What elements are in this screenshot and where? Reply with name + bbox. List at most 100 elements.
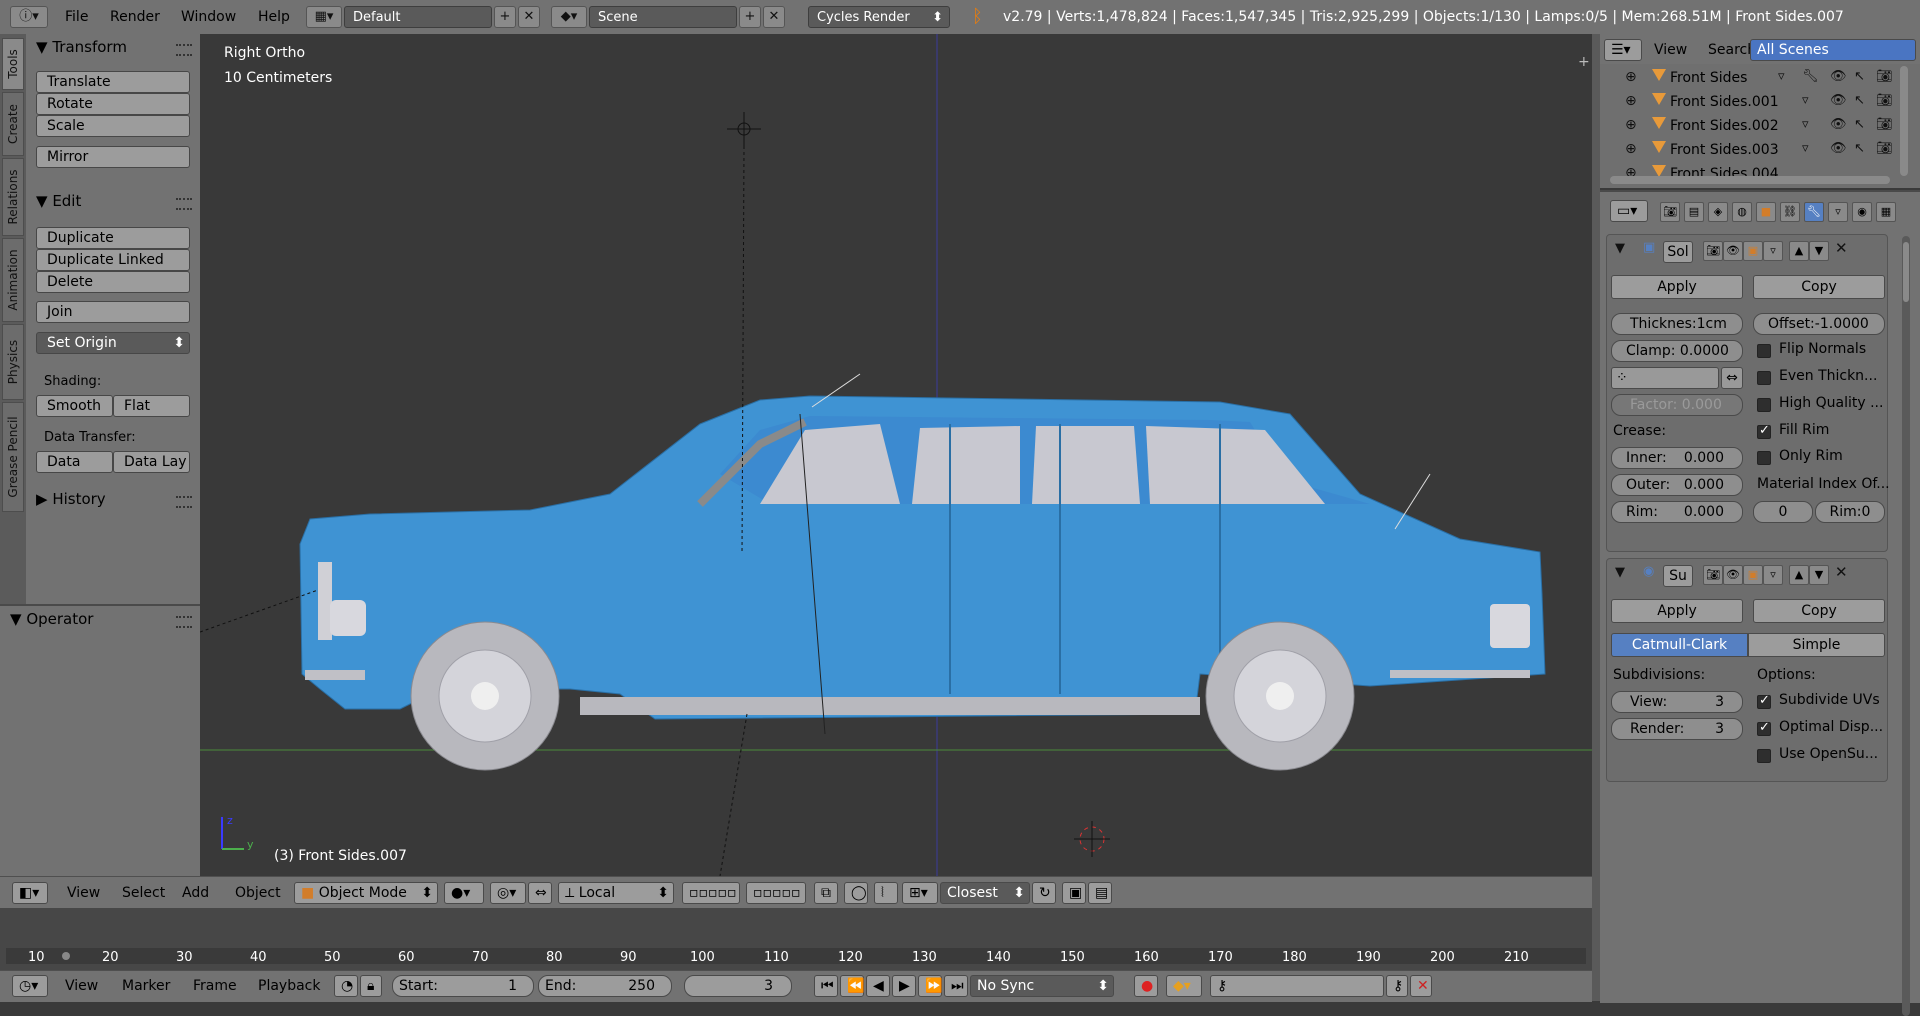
jump-keyframe-back-icon[interactable]: ⏪ (840, 975, 864, 997)
catmull-clark-button[interactable]: Catmull-Clark (1611, 633, 1748, 657)
outliner-filter-dropdown[interactable]: All Scenes (1750, 39, 1916, 61)
render-icon[interactable]: 📷︎ (1876, 93, 1893, 108)
snap-target-dropdown[interactable]: Closest ⬍ (940, 882, 1030, 904)
timeline[interactable]: 10 20 30 40 50 60 70 80 90 100 110 120 1… (0, 908, 1592, 970)
viewport-shading-icon[interactable]: ●▾ (444, 882, 484, 904)
add-layout-icon[interactable]: + (494, 6, 516, 28)
move-down-icon[interactable]: ▼ (1809, 241, 1829, 261)
mode-dropdown[interactable]: ■ Object Mode ⬍ (294, 882, 438, 904)
scale-button[interactable]: Scale (36, 115, 190, 137)
render-engine-dropdown[interactable]: Cycles Render ⬍ (808, 6, 950, 28)
panel-grip-icon[interactable] (176, 198, 192, 210)
object-tab-icon[interactable]: ■ (1756, 202, 1776, 222)
tab-create[interactable]: Create (2, 92, 24, 156)
eye-icon[interactable]: 👁︎ (1830, 93, 1847, 108)
remove-modifier-icon[interactable]: ✕ (1835, 563, 1848, 581)
render-layers-tab-icon[interactable]: ▤ (1684, 202, 1704, 222)
expand-icon[interactable]: ⊕ (1625, 141, 1637, 157)
sync-mode-dropdown[interactable]: No Sync ⬍ (970, 975, 1114, 997)
timeline-menu-frame[interactable]: Frame (193, 978, 237, 994)
rim-crease-field[interactable]: Rim: 0.000 (1611, 501, 1743, 523)
remove-layout-icon[interactable]: ✕ (518, 6, 540, 28)
fill-rim-checkbox[interactable] (1757, 423, 1771, 439)
join-button[interactable]: Join (36, 301, 190, 323)
menu-help[interactable]: Help (258, 9, 290, 25)
move-down-icon[interactable]: ▼ (1809, 565, 1829, 585)
collapse-icon[interactable]: ▼ (1615, 565, 1625, 580)
simple-button[interactable]: Simple (1748, 633, 1885, 657)
delete-keyframe-icon[interactable]: ✕ (1410, 975, 1432, 997)
start-frame-field[interactable]: Start: 1 (392, 975, 534, 997)
outliner-row[interactable]: ⊕ Front Sides ▿ 🔧︎ 👁︎ ↖ 📷︎ (1600, 66, 1900, 90)
history-panel-header[interactable]: ▶ History (36, 490, 106, 508)
properties-scrollbar[interactable] (1902, 236, 1910, 1016)
jump-start-icon[interactable]: ⏮ (814, 975, 838, 997)
only-rim-checkbox[interactable] (1757, 451, 1771, 465)
screen-layout-field[interactable]: Default (344, 6, 492, 28)
viewport-toggle-icon[interactable]: 👁︎ (1723, 241, 1743, 261)
solidify-apply-button[interactable]: Apply (1611, 275, 1743, 299)
panel-grip-icon[interactable] (176, 616, 192, 628)
collapse-icon[interactable]: ▼ (1615, 241, 1625, 256)
scene-icon[interactable]: ◆▾ (551, 6, 587, 28)
inner-crease-field[interactable]: Inner: 0.000 (1611, 447, 1743, 469)
eye-icon[interactable]: 👁︎ (1830, 69, 1847, 84)
add-scene-icon[interactable]: + (739, 6, 761, 28)
eye-icon[interactable]: 👁︎ (1830, 117, 1847, 132)
snap-element-icon[interactable]: ⊞▾ (902, 882, 938, 904)
optimal-display-checkbox[interactable] (1757, 720, 1771, 736)
outliner-hscrollbar[interactable] (1610, 176, 1890, 184)
invert-group-icon[interactable]: ⇔ (1721, 367, 1743, 389)
timeline-scroll-handle[interactable] (62, 952, 70, 960)
render-icon[interactable]: 📷︎ (1876, 117, 1893, 132)
even-thickness-checkbox[interactable] (1757, 371, 1771, 385)
operator-panel-header[interactable]: ▼ Operator (10, 610, 93, 628)
viewport-toggle-icon[interactable]: 👁︎ (1723, 565, 1743, 585)
render-animation-icon[interactable]: ▤ (1088, 882, 1112, 904)
menu-select[interactable]: Select (122, 885, 165, 901)
material-index-offset-field[interactable]: 0 (1753, 501, 1813, 523)
render-toggle-icon[interactable]: 📷︎ (1703, 241, 1723, 261)
offset-field[interactable]: Offset:-1.0000 (1753, 313, 1885, 335)
properties-scroll-thumb[interactable] (1903, 242, 1909, 302)
outer-crease-field[interactable]: Outer: 0.000 (1611, 474, 1743, 496)
tab-physics[interactable]: Physics (2, 324, 24, 400)
vertex-group-field[interactable]: ⁘ (1611, 367, 1719, 389)
outliner-menu-view[interactable]: View (1654, 42, 1687, 58)
3d-viewport[interactable]: Right Ortho 10 Centimeters (3) Front Sid… (200, 34, 1592, 876)
scene-tab-icon[interactable]: ◈ (1708, 202, 1728, 222)
keying-icon[interactable]: ◆▾ (1166, 975, 1202, 997)
data-layout-button[interactable]: Data Lay (113, 451, 190, 473)
lock-icon[interactable]: 🔒︎ (360, 975, 382, 997)
current-frame-field[interactable]: 3 (684, 975, 792, 997)
play-reverse-icon[interactable]: ◀ (866, 975, 890, 997)
timeline-scrubber[interactable] (6, 948, 1586, 964)
world-tab-icon[interactable]: ◍ (1732, 202, 1752, 222)
edit-panel-header[interactable]: ▼ Edit (36, 192, 81, 210)
info-editor-icon[interactable]: ⓘ▾ (10, 6, 48, 28)
duplicate-linked-button[interactable]: Duplicate Linked (36, 249, 190, 271)
panel-grip-icon[interactable] (176, 44, 192, 56)
mirror-button[interactable]: Mirror (36, 146, 190, 168)
subsurf-copy-button[interactable]: Copy (1753, 599, 1885, 623)
tab-animation[interactable]: Animation (2, 238, 24, 322)
data-button[interactable]: Data (36, 451, 113, 473)
expand-icon[interactable]: ⊕ (1625, 93, 1637, 109)
cursor-icon[interactable]: ↖ (1854, 117, 1865, 132)
play-icon[interactable]: ▶ (892, 975, 916, 997)
timeline-menu-playback[interactable]: Playback (258, 978, 320, 994)
proportional-edit-icon[interactable]: ◯ (844, 882, 868, 904)
data-tab-icon[interactable]: ▿ (1828, 202, 1848, 222)
manipulator-icon[interactable]: ⇔ (528, 882, 552, 904)
timeline-editor-type-icon[interactable]: ◷▾ (12, 975, 48, 997)
editor-type-icon[interactable]: ◧▾ (12, 882, 48, 904)
editmode-toggle-icon[interactable]: ▣ (1743, 241, 1763, 261)
outliner-menu-search[interactable]: Search (1708, 42, 1756, 58)
snap-icon[interactable]: ⦚ (874, 882, 898, 904)
outliner-row[interactable]: ⊕ Front Sides.002 ▿ 👁︎ ↖ 📷︎ (1600, 114, 1900, 138)
move-up-icon[interactable]: ▲ (1789, 565, 1809, 585)
render-toggle-icon[interactable]: 📷︎ (1703, 565, 1723, 585)
pivot-point-icon[interactable]: ◎▾ (490, 882, 526, 904)
menu-add[interactable]: Add (182, 885, 209, 901)
insert-keyframe-icon[interactable]: ⚷ (1386, 975, 1408, 997)
